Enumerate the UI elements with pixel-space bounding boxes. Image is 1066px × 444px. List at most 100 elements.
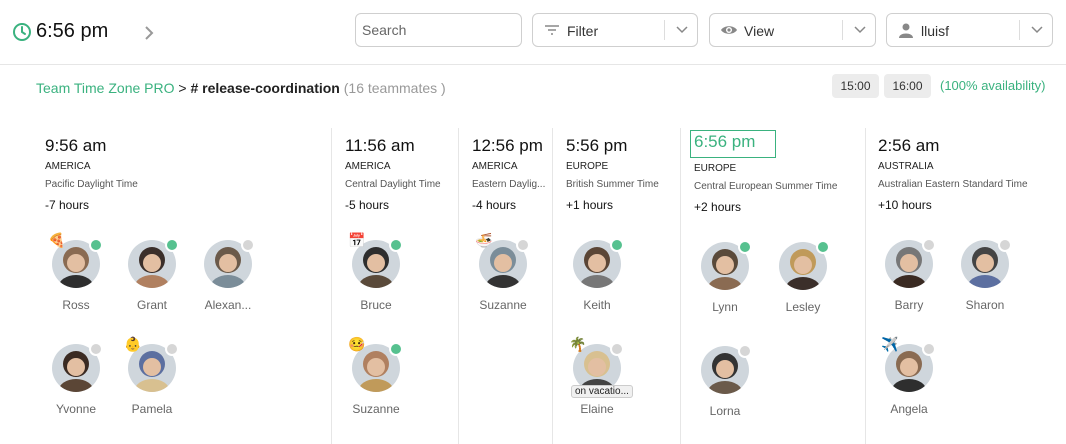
offline-status-dot — [998, 238, 1012, 252]
teammate-card[interactable]: ✈️ Angela — [869, 336, 949, 416]
online-status-dot — [89, 238, 103, 252]
teammate-name: Lorna — [709, 404, 741, 418]
user-icon — [899, 23, 913, 38]
teammate-name: Yvonne — [55, 402, 97, 416]
offline-status-dot — [922, 342, 936, 356]
zone-region: AMERICA — [472, 161, 518, 172]
online-status-dot — [165, 238, 179, 252]
breadcrumb: Team Time Zone PRO > # release-coordinat… — [36, 80, 446, 96]
chevron-right-icon[interactable] — [143, 25, 155, 41]
avatar[interactable] — [701, 344, 752, 394]
teammate-name: Pamela — [131, 402, 173, 416]
teammate-name: Elaine — [580, 402, 614, 416]
zone-offset: -4 hours — [472, 198, 517, 212]
avatar[interactable]: 🍜 — [475, 232, 530, 288]
avatar[interactable]: ✈️ — [881, 336, 936, 392]
search-input[interactable] — [356, 14, 518, 46]
avatar[interactable]: 📅 — [348, 232, 403, 288]
teammate-card[interactable]: Yvonne — [36, 342, 116, 416]
teammate-card[interactable]: Grant — [112, 238, 192, 312]
availability-end: 16:00 — [884, 74, 931, 98]
chevron-down-icon[interactable] — [676, 25, 688, 35]
timezone-column: 9:56 am AMERICA Pacific Daylight Time -7 ho… — [0, 128, 331, 444]
timezone-column: 5:56 pm EUROPE British Summer Time +1 hours… — [552, 128, 681, 444]
availability-start: 15:00 — [832, 74, 879, 98]
status-emoji-icon: ✈️ — [881, 336, 899, 352]
offline-status-dot — [738, 344, 752, 358]
availability-label: (100% availability) — [940, 78, 1046, 93]
view-label: View — [744, 23, 775, 39]
view-dropdown[interactable]: View — [709, 13, 876, 47]
chevron-down-icon[interactable] — [1031, 25, 1043, 35]
zone-name: British Summer Time — [566, 179, 659, 190]
user-dropdown[interactable]: lluisf — [886, 13, 1053, 47]
zone-time: 2:56 am — [878, 136, 940, 155]
teammate-card[interactable]: 🤒 Suzanne — [336, 336, 416, 416]
search-box[interactable] — [355, 13, 522, 47]
online-status-dot — [610, 238, 624, 252]
zone-region: AUSTRALIA — [878, 161, 934, 172]
channel-name: # release-coordination — [190, 80, 340, 96]
teammate-name: Keith — [583, 298, 611, 312]
avatar[interactable] — [779, 240, 830, 290]
clock-icon — [13, 23, 31, 41]
offline-status-dot — [165, 342, 179, 356]
teammate-name: Bruce — [360, 298, 392, 312]
offline-status-dot — [89, 342, 103, 356]
teammate-card[interactable]: Lorna — [685, 344, 765, 418]
offline-status-dot — [922, 238, 936, 252]
teammate-card[interactable]: 👶 Pamela — [112, 336, 192, 416]
filter-dropdown[interactable]: Filter — [532, 13, 698, 47]
zone-region: EUROPE — [566, 161, 609, 172]
user-label: lluisf — [921, 23, 950, 39]
chevron-down-icon[interactable] — [854, 25, 866, 35]
avatar[interactable]: 🌴 on vacatio... — [569, 336, 633, 398]
teammate-card[interactable]: Lynn — [685, 240, 765, 314]
avatar[interactable] — [204, 238, 255, 288]
avatar[interactable] — [961, 238, 1012, 288]
status-emoji-icon: 🍜 — [475, 232, 493, 248]
filter-icon — [545, 25, 559, 35]
zone-name: Pacific Daylight Time — [45, 179, 138, 190]
avatar[interactable] — [701, 240, 752, 290]
avatar[interactable] — [573, 238, 624, 288]
status-emoji-icon: 🌴 — [569, 336, 587, 352]
zone-time: 11:56 am — [345, 136, 415, 155]
teammate-card[interactable]: Keith — [557, 238, 637, 312]
top-bar: 6:56 pm Filter View lluisf — [0, 0, 1066, 65]
avatar[interactable] — [52, 342, 103, 392]
online-status-dot — [389, 238, 403, 252]
avatar[interactable]: 👶 — [124, 336, 179, 392]
teammate-card[interactable]: Lesley — [763, 240, 843, 314]
teammate-name: Suzanne — [352, 402, 400, 416]
avatar[interactable]: 🍕 — [48, 232, 103, 288]
zone-time: 12:56 pm — [472, 136, 543, 155]
zone-region: AMERICA — [345, 161, 391, 172]
filter-label: Filter — [567, 23, 599, 39]
teammate-name: Grant — [136, 298, 167, 312]
avatar[interactable] — [128, 238, 179, 288]
zone-name: Central European Summer Time — [694, 181, 838, 192]
teammate-card[interactable]: 📅 Bruce — [336, 232, 416, 312]
zone-name: Australian Eastern Standard Time — [878, 179, 1028, 190]
teammate-card[interactable]: 🍜 Suzanne — [463, 232, 543, 312]
timezone-column: 11:56 am AMERICA Central Daylight Time -5 h… — [331, 128, 459, 444]
status-emoji-icon: 👶 — [124, 336, 142, 352]
avatar[interactable]: 🤒 — [348, 336, 403, 392]
teammate-card[interactable]: Sharon — [945, 238, 1025, 312]
zone-time: 5:56 pm — [566, 136, 628, 155]
avatar[interactable] — [885, 238, 936, 288]
teammate-card[interactable]: Barry — [869, 238, 949, 312]
teammate-card[interactable]: Alexan... — [188, 238, 268, 312]
brand-link[interactable]: Team Time Zone PRO — [36, 80, 175, 96]
zone-name: Eastern Daylig... — [472, 179, 546, 190]
offline-status-dot — [516, 238, 530, 252]
teammate-card[interactable]: 🌴 on vacatio... Elaine — [557, 336, 637, 416]
status-tooltip: on vacatio... — [571, 385, 633, 398]
online-status-dot — [389, 342, 403, 356]
dropdown-divider — [842, 20, 843, 40]
teammate-card[interactable]: 🍕 Ross — [36, 232, 116, 312]
zone-region: AMERICA — [45, 161, 91, 172]
offline-status-dot — [610, 342, 624, 356]
timezone-column: 6:56 pm EUROPE Central European Summer Tim… — [680, 128, 866, 444]
